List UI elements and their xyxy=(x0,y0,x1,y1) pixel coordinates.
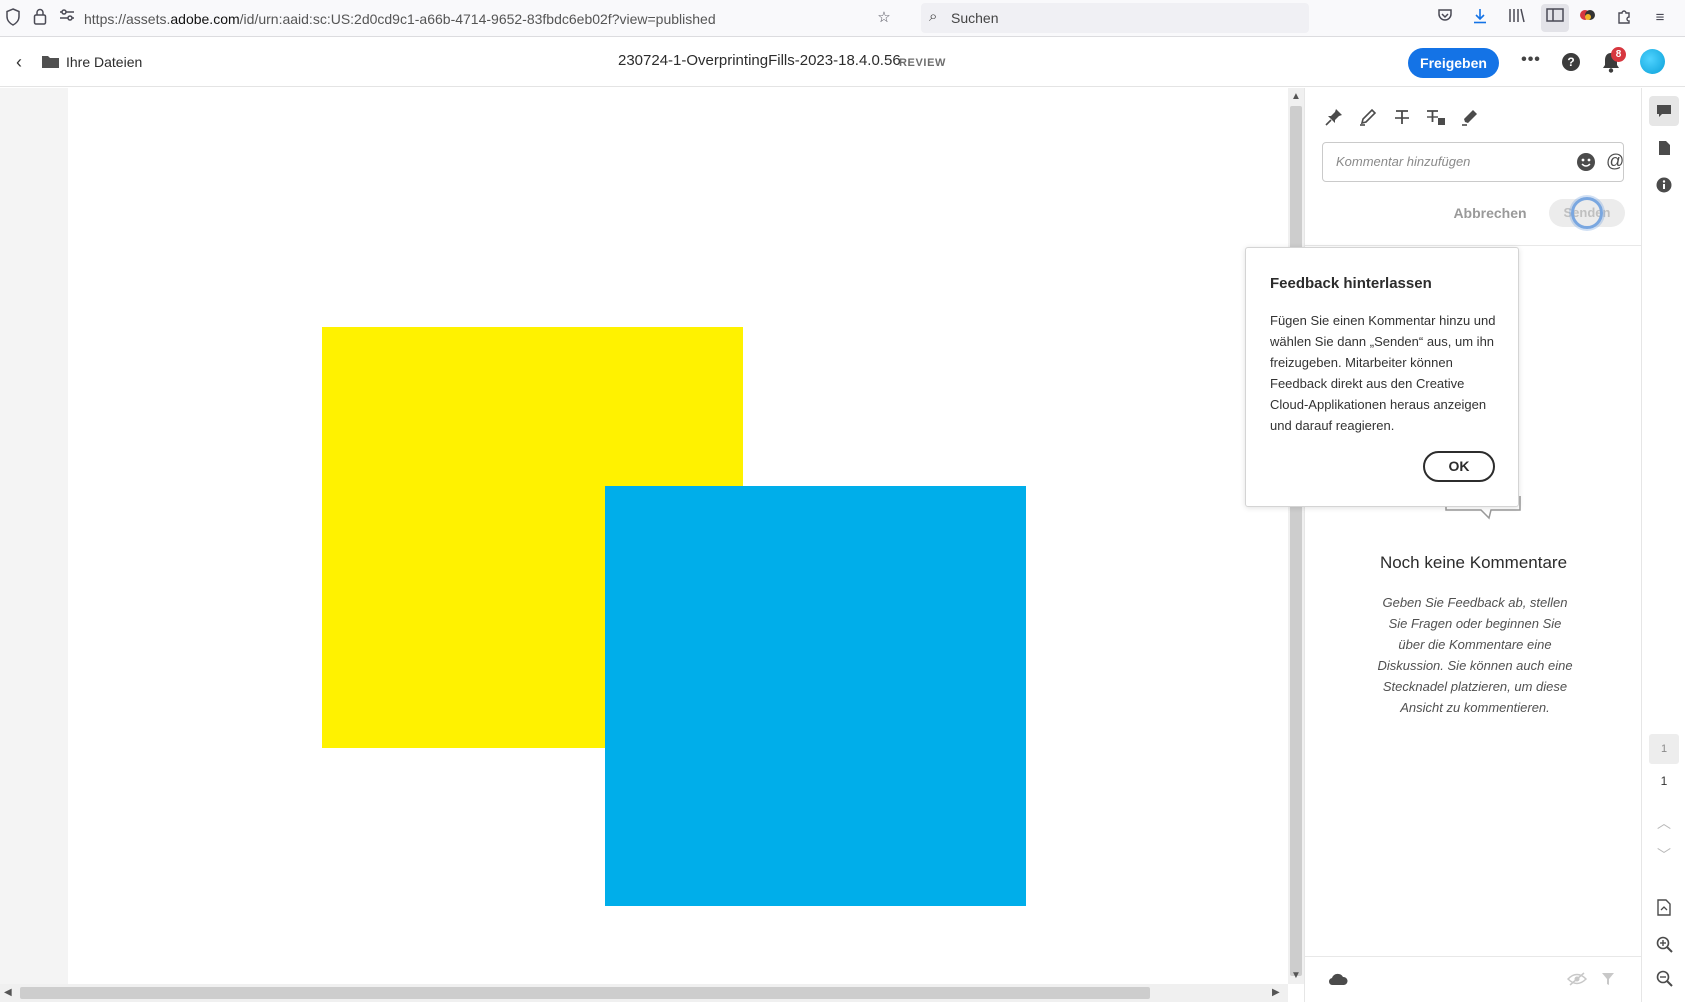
library-icon[interactable] xyxy=(1507,8,1527,28)
back-chevron-icon[interactable]: ‹ xyxy=(16,52,32,72)
notification-count-badge: 8 xyxy=(1611,47,1626,62)
highlighter-icon[interactable] xyxy=(1459,108,1481,130)
cyan-square xyxy=(605,486,1026,906)
current-page-indicator[interactable]: 1 xyxy=(1649,734,1679,764)
scroll-down-arrow-icon[interactable]: ▼ xyxy=(1291,970,1301,982)
comments-panel: Kommentar hinzufügen @ Abbrechen Senden … xyxy=(1304,88,1642,1007)
lock-icon[interactable] xyxy=(30,8,50,28)
browser-search-placeholder: Suchen xyxy=(951,10,999,26)
popover-title: Feedback hinterlassen xyxy=(1270,275,1432,292)
strikethrough-icon[interactable] xyxy=(1391,108,1413,130)
search-icon: ⌕ xyxy=(929,8,938,25)
your-files-link[interactable]: Ihre Dateien xyxy=(66,54,142,70)
share-button[interactable]: Freigeben xyxy=(1408,48,1499,78)
focus-highlight-ring xyxy=(1571,197,1603,229)
filter-icon[interactable] xyxy=(1601,972,1615,989)
browser-search-box[interactable]: ⌕ Suchen xyxy=(921,3,1309,33)
more-options-icon[interactable]: ••• xyxy=(1520,50,1542,72)
hide-comments-icon[interactable] xyxy=(1566,972,1588,989)
emoji-icon[interactable] xyxy=(1577,153,1595,171)
permissions-icon[interactable] xyxy=(57,8,77,28)
url-field[interactable]: https://assets.adobe.com/id/urn:aaid:sc:… xyxy=(84,8,904,30)
mention-at-icon[interactable]: @ xyxy=(1606,151,1624,172)
cloud-icon[interactable] xyxy=(1328,972,1348,986)
artboard xyxy=(68,88,1288,984)
help-icon[interactable]: ? xyxy=(1562,53,1580,71)
bottom-edge xyxy=(0,1002,1685,1007)
panel-footer-divider xyxy=(1305,956,1642,957)
horizontal-scrollbar[interactable]: ◀ ▶ xyxy=(0,984,1288,1002)
pin-icon[interactable] xyxy=(1323,108,1345,130)
comments-panel-icon[interactable] xyxy=(1649,96,1679,126)
download-icon[interactable] xyxy=(1470,8,1490,28)
extension-colors-icon[interactable] xyxy=(1578,8,1598,28)
scroll-right-arrow-icon[interactable]: ▶ xyxy=(1272,987,1280,999)
comment-input[interactable]: Kommentar hinzufügen @ xyxy=(1322,142,1624,182)
vertical-scroll-thumb[interactable] xyxy=(1290,106,1302,976)
extensions-puzzle-icon[interactable] xyxy=(1614,8,1634,28)
cancel-button[interactable]: Abbrechen xyxy=(1445,199,1535,227)
scroll-up-arrow-icon[interactable]: ▲ xyxy=(1291,91,1301,103)
right-rail: 1 1 ︿ ﹀ xyxy=(1641,88,1685,1007)
total-pages-label: 1 xyxy=(1660,774,1668,788)
scroll-left-arrow-icon[interactable]: ◀ xyxy=(4,987,12,999)
pocket-icon[interactable] xyxy=(1435,8,1455,28)
document-info-icon[interactable] xyxy=(1649,133,1679,163)
review-badge: REVIEW xyxy=(899,57,946,69)
feedback-popover: Feedback hinterlassen Fügen Sie einen Ko… xyxy=(1245,247,1519,507)
panel-divider xyxy=(1305,245,1642,246)
popover-body: Fügen Sie einen Kommentar hinzu und wähl… xyxy=(1270,313,1496,433)
ok-button[interactable]: OK xyxy=(1423,451,1495,482)
replace-text-icon[interactable] xyxy=(1425,108,1447,130)
url-path: /id/urn:aaid:sc:US:2d0cd9c1-a66b-4714-96… xyxy=(239,11,716,27)
horizontal-scroll-thumb[interactable] xyxy=(20,987,1150,999)
zoom-in-icon[interactable] xyxy=(1649,930,1679,960)
app-header: ‹ Ihre Dateien 230724-1-OverprintingFill… xyxy=(0,38,1685,87)
pencil-icon[interactable] xyxy=(1357,108,1379,130)
folder-icon xyxy=(42,56,59,68)
browser-toolbar: https://assets.adobe.com/id/urn:aaid:sc:… xyxy=(0,0,1685,37)
no-comments-description: Geben Sie Feedback ab, stellen Sie Frage… xyxy=(1377,595,1573,715)
hamburger-menu-icon[interactable]: ≡ xyxy=(1650,8,1670,28)
page-down-chevron-icon[interactable]: ﹀ xyxy=(1649,840,1679,870)
fit-page-icon[interactable] xyxy=(1649,893,1679,923)
no-comments-title: Noch keine Kommentare xyxy=(1379,553,1568,572)
user-avatar[interactable] xyxy=(1640,49,1665,74)
vertical-scrollbar[interactable]: ▲ ▼ xyxy=(1288,88,1304,984)
shield-icon[interactable] xyxy=(3,8,23,28)
document-title: 230724-1-OverprintingFills-2023-18.4.0.5… xyxy=(618,52,901,69)
canvas-area xyxy=(0,88,1288,984)
url-prefix: https://assets. xyxy=(84,11,171,27)
sidebar-toggle-icon[interactable] xyxy=(1541,4,1569,32)
comment-input-placeholder: Kommentar hinzufügen xyxy=(1336,154,1471,169)
info-icon[interactable] xyxy=(1649,170,1679,200)
bookmark-star-icon[interactable]: ☆ xyxy=(874,8,894,28)
zoom-out-icon[interactable] xyxy=(1649,964,1679,994)
page-up-chevron-icon[interactable]: ︿ xyxy=(1649,808,1679,838)
url-domain: adobe.com xyxy=(170,11,240,27)
